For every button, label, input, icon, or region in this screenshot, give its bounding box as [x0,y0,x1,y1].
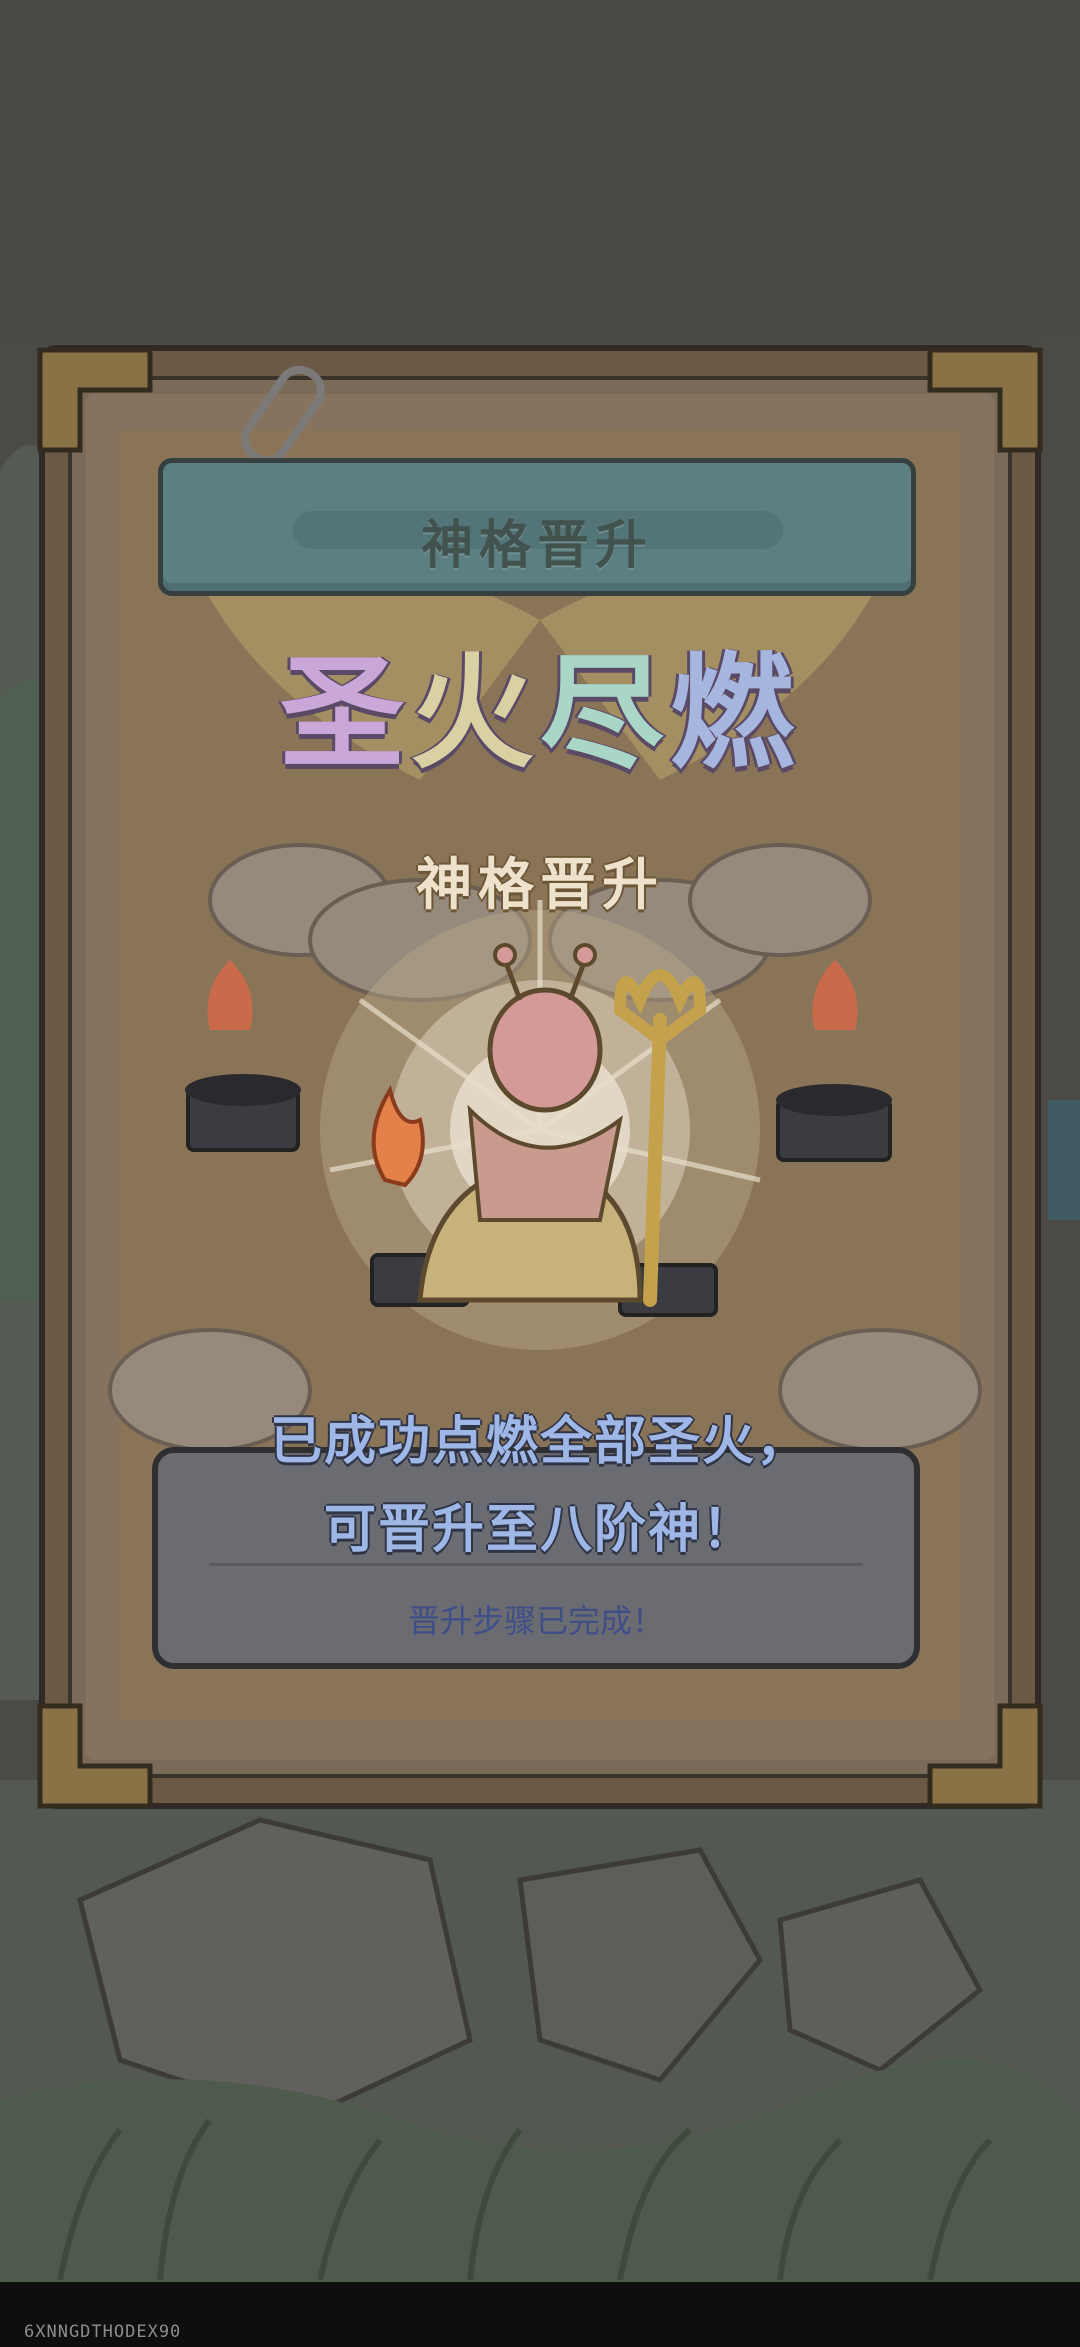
title-banner: 神格晋升 [158,458,916,596]
right-scenery [1040,330,1080,1750]
watermark: 6XNNGDTHODEX90 [24,2322,182,2342]
dialog-message: 已成功点燃全部圣火， 可晋升至八阶神！ [236,1398,844,1574]
banner-title: 神格晋升 [420,516,653,576]
bottom-landscape [0,1780,1080,2282]
headline-char: 圣 [279,642,410,786]
dialog-message-line: 已成功点燃全部圣火， [269,1412,810,1472]
dialog-message-line: 可晋升至八阶神！ [323,1500,756,1560]
subheadline: 神格晋升 [416,853,664,918]
headline-char: 火 [409,642,540,786]
game-scene [0,0,1080,2347]
headline: 圣火尽燃 [180,652,900,776]
headline-char: 燃 [670,642,801,786]
dialog-status: 晋升步骤已完成！ [407,1602,664,1640]
headline-char: 尽 [540,642,671,786]
